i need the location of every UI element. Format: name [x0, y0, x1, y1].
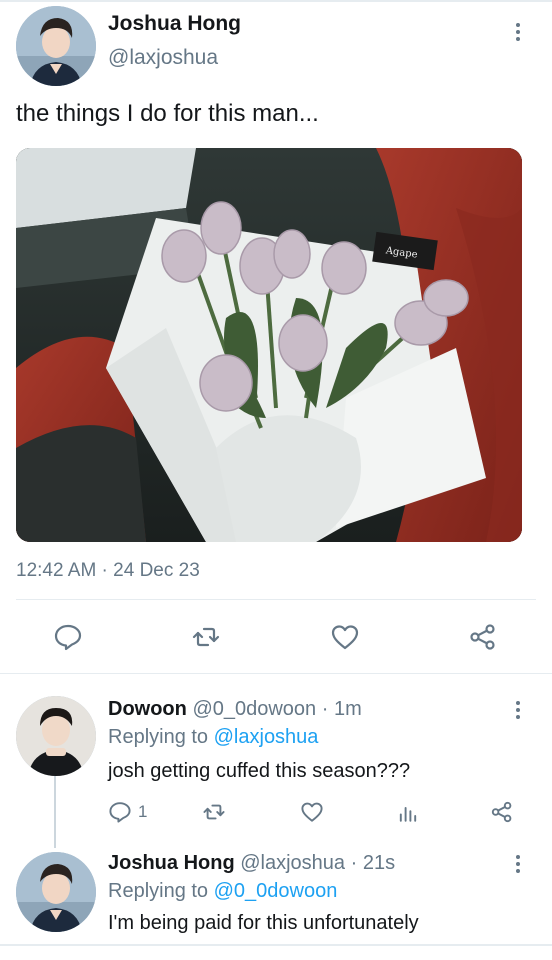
bottom-border [0, 944, 552, 946]
author-name[interactable]: Joshua Hong [108, 12, 241, 36]
author-handle[interactable]: @0_0dowoon [192, 698, 316, 720]
like-icon[interactable] [330, 622, 360, 652]
tweet-actions [0, 612, 552, 662]
share-icon[interactable] [490, 800, 514, 824]
replying-to-link[interactable]: @0_0dowoon [214, 880, 338, 902]
top-border [0, 0, 552, 2]
like-icon[interactable] [300, 800, 324, 824]
analytics-icon[interactable] [396, 800, 420, 824]
reply-time: · 21s [350, 852, 396, 874]
more-options-icon[interactable] [506, 20, 530, 44]
tweet-photo[interactable]: Agape [16, 148, 522, 542]
reply-meta: Joshua Hong @laxjoshua · 21s [108, 852, 395, 875]
replying-prefix: Replying to [108, 726, 209, 748]
replying-prefix: Replying to [108, 880, 209, 902]
retweet-icon[interactable] [202, 800, 226, 824]
reply-time: · 1m [321, 698, 362, 720]
replying-to: Replying to @0_0dowoon [108, 880, 337, 903]
avatar[interactable] [16, 696, 96, 776]
divider [0, 673, 552, 674]
replying-to-link[interactable]: @laxjoshua [214, 726, 319, 748]
reply-text: I'm being paid for this unfortunately [108, 912, 419, 934]
more-options-icon[interactable] [506, 852, 530, 876]
reply-icon [109, 802, 131, 823]
author-name[interactable]: Dowoon [108, 698, 187, 720]
reply-icon[interactable] [53, 622, 83, 652]
avatar[interactable] [16, 6, 96, 86]
more-options-icon[interactable] [506, 698, 530, 722]
share-icon[interactable] [468, 622, 498, 652]
tweet-text: the things I do for this man... [16, 100, 319, 127]
thread-connector [54, 776, 56, 848]
avatar[interactable] [16, 852, 96, 932]
reply-text: josh getting cuffed this season??? [108, 760, 411, 782]
divider [16, 599, 536, 600]
retweet-icon[interactable] [191, 622, 221, 652]
tweet-timestamp[interactable]: 12:42 AM · 24 Dec 23 [16, 560, 200, 582]
reply-button[interactable]: 1 [108, 800, 147, 824]
replying-to: Replying to @laxjoshua [108, 726, 318, 749]
reply-meta: Dowoon @0_0dowoon · 1m [108, 698, 362, 721]
author-handle[interactable]: @laxjoshua [240, 852, 345, 874]
author-handle[interactable]: @laxjoshua [108, 46, 218, 70]
reply-count: 1 [138, 802, 148, 821]
author-name[interactable]: Joshua Hong [108, 852, 235, 874]
